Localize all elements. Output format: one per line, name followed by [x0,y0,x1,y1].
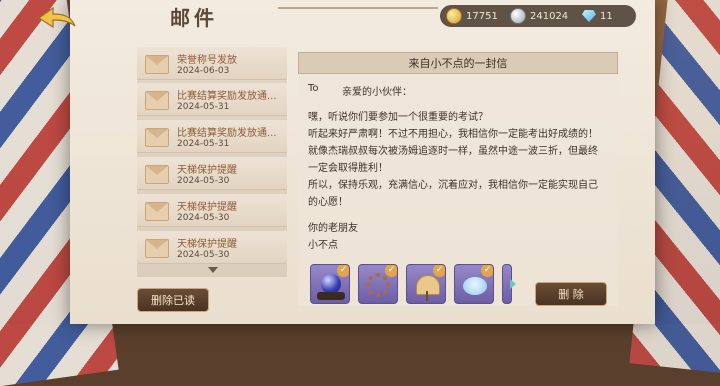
currency-bar: 17751 241024 11 [440,5,636,27]
attachments-next-icon[interactable] [510,279,516,289]
diamond-value: 11 [600,10,613,22]
attachment-item[interactable]: ✓ [406,264,446,304]
scroll-down-icon[interactable] [208,267,218,273]
mail-subject: 天梯保护提醒 [177,165,237,176]
cloud-jelly-icon [463,277,487,295]
attachment-item[interactable]: ✓ [358,264,398,304]
signature: 你的老朋友 小不点 [308,220,358,254]
mail-date: 2024-05-31 [177,139,230,149]
gold-coin-icon [446,8,462,24]
envelope-icon [145,91,169,110]
envelope-icon [145,165,169,184]
attachment-item[interactable]: ✓ [310,264,350,304]
letter-line: 就像杰瑞叔叔每次被汤姆追逐时一样，虽然中途一波三折，但最终 [308,146,598,157]
crystal-orb-icon [321,274,341,294]
silver-value: 241024 [530,10,569,22]
envelope-icon [145,128,169,147]
mail-date: 2024-05-30 [177,213,230,223]
currency-silver: 241024 [510,8,576,24]
back-arrow-icon [37,6,76,29]
mail-subject: 比赛结算奖励发放通... [177,128,277,139]
letter-line: 听起来好严肃啊！不过不用担心，我相信你一定能考出好成绩的！ [308,129,598,140]
mail-item[interactable]: 天梯保护提醒 2024-05-30 [137,231,287,264]
letter-panel: To 亲爱的小伙伴： 嘿，听说你们要参加一个很重要的考试？ 听起来好严肃啊！不过… [298,74,618,306]
title-divider [278,7,438,9]
mail-item[interactable]: 比赛结算奖励发放通... 2024-05-31 [137,120,287,153]
mail-item[interactable]: 荣誉称号发放 2024-06-03 [137,47,287,80]
claimed-check-icon: ✓ [385,265,397,277]
envelope-icon [145,239,169,258]
mail-item[interactable]: 比赛结算奖励发放通... 2024-05-31 [137,83,287,116]
letter-line: 一定会取得胜利！ [308,163,388,174]
mail-subject: 比赛结算奖励发放通... [177,91,277,102]
letter-body: 嘿，听说你们要参加一个很重要的考试？ 听起来好严肃啊！不过不用担心，我相信你一定… [308,109,608,211]
letter-line: 嘿，听说你们要参加一个很重要的考试？ [308,112,488,123]
gold-value: 17751 [466,10,498,22]
mail-list[interactable]: 荣誉称号发放 2024-06-03 比赛结算奖励发放通... 2024-05-3… [137,47,287,277]
mail-date: 2024-06-03 [177,66,230,76]
to-label: To [308,83,319,94]
mail-subject: 天梯保护提醒 [177,202,237,213]
prayer-beads-icon [366,273,390,297]
delete-button[interactable]: 删 除 [535,282,607,306]
letter-line: 的心愿！ [308,197,348,208]
currency-diamond: 11 [582,10,613,22]
page-title: 邮件 [170,6,218,30]
fan-icon [416,275,440,295]
recipient: 亲爱的小伙伴： [342,87,412,98]
claimed-check-icon: ✓ [337,265,349,277]
mail-item[interactable]: 天梯保护提醒 2024-05-30 [137,194,287,227]
mail-date: 2024-05-30 [177,176,230,186]
diamond-icon [582,10,596,22]
letter-title: 来自小不点的一封信 [298,52,618,74]
silver-coin-icon [510,8,526,24]
currency-gold: 17751 [446,8,504,24]
sign-line: 你的老朋友 [308,223,358,234]
mail-subject: 荣誉称号发放 [177,55,237,66]
envelope-icon [145,202,169,221]
mail-subject: 天梯保护提醒 [177,239,237,250]
claimed-check-icon: ✓ [481,265,493,277]
mail-date: 2024-05-30 [177,250,230,260]
claimed-check-icon: ✓ [433,265,445,277]
sign-line: 小不点 [308,240,338,251]
letter-line: 所以，保持乐观，充满信心，沉着应对，我相信你一定能实现自己 [308,180,598,191]
back-button[interactable] [32,4,82,34]
mail-date: 2024-05-31 [177,102,230,112]
envelope-icon [145,55,169,74]
delete-read-button[interactable]: 删除已读 [137,288,209,312]
mail-item[interactable]: 天梯保护提醒 2024-05-30 [137,157,287,190]
attachment-item[interactable]: ✓ [454,264,494,304]
